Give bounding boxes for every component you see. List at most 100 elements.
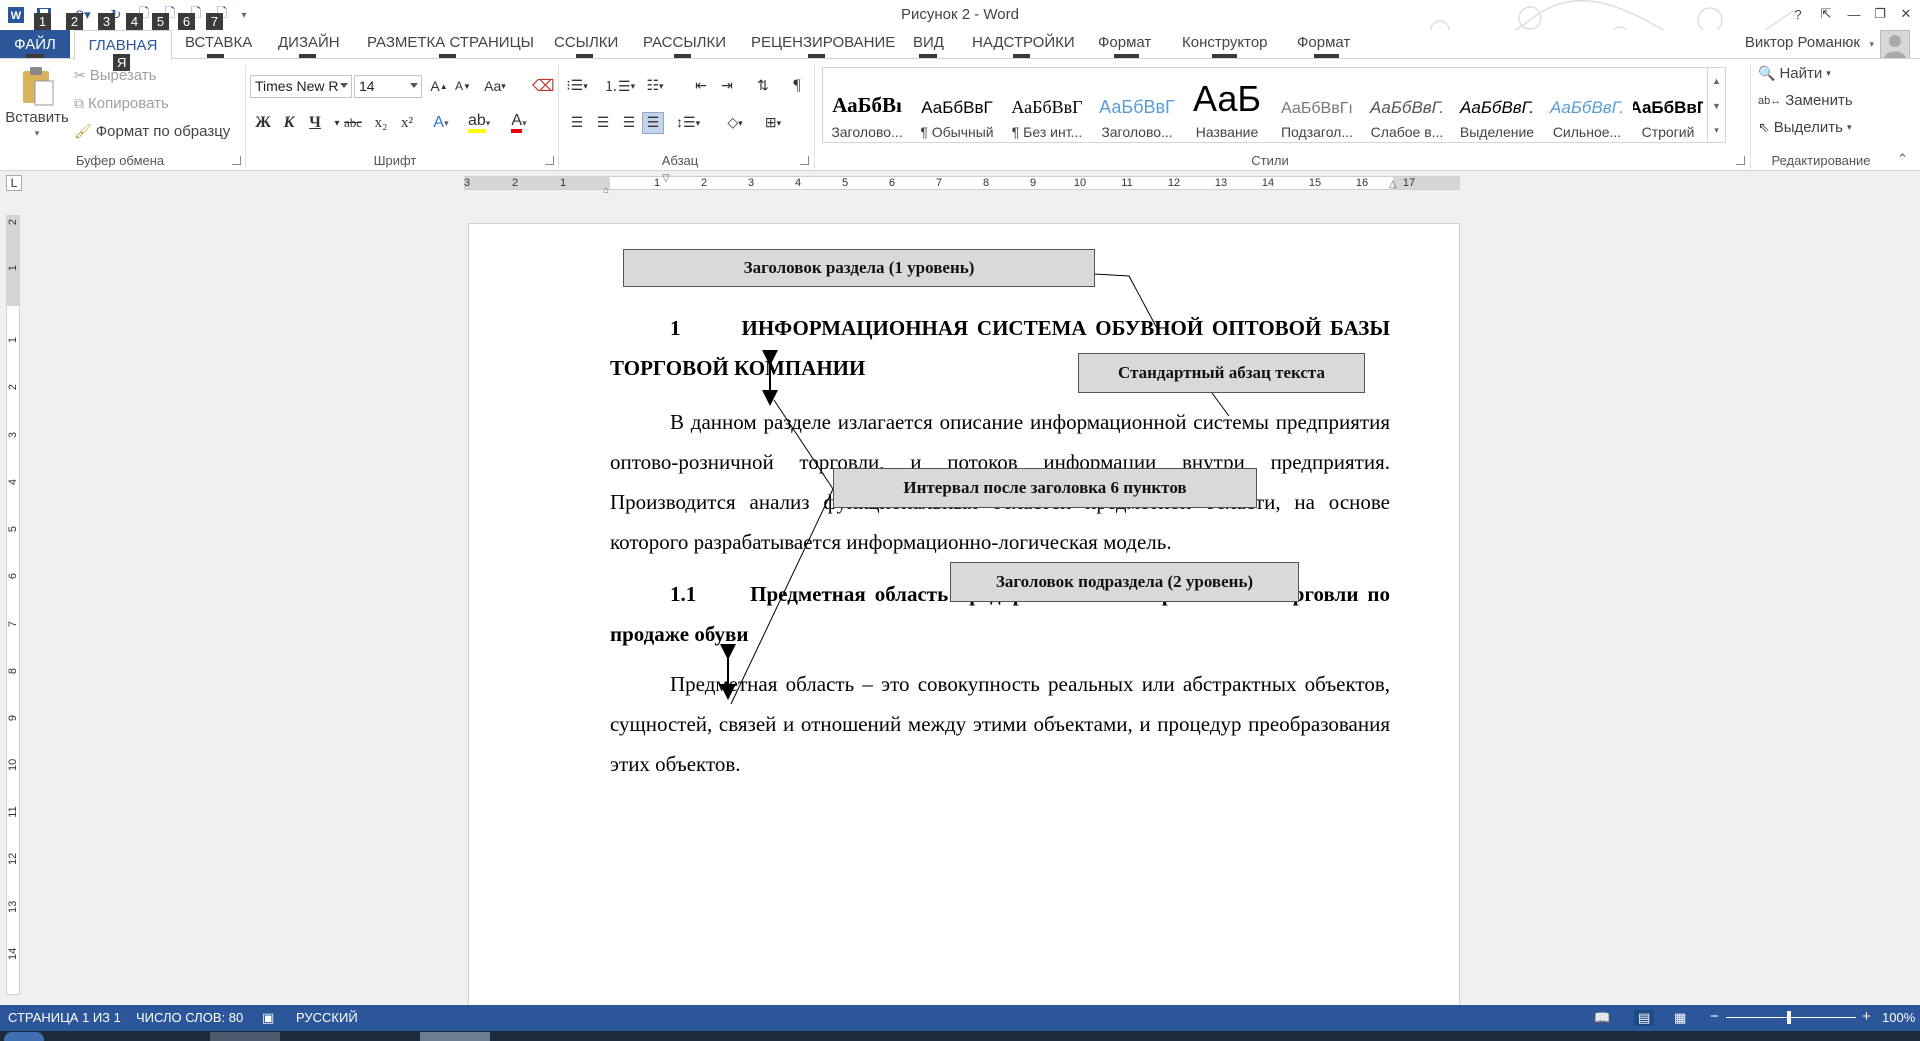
- ruler-number: 4: [794, 177, 802, 189]
- sort-icon[interactable]: ⇅: [752, 75, 774, 97]
- gallery-scroll-down-icon[interactable]: ▼: [1707, 93, 1725, 118]
- tab-view[interactable]: ВИД: [913, 34, 944, 51]
- user-name[interactable]: Виктор Романюк: [1745, 34, 1860, 51]
- styles-launcher-icon[interactable]: [1736, 156, 1745, 165]
- tab-format-2[interactable]: Формат: [1297, 34, 1350, 51]
- underline-button[interactable]: Ч: [304, 112, 326, 134]
- style-title[interactable]: АаБ Название: [1183, 80, 1271, 146]
- style-normal[interactable]: АаБбВвГ ¶ Обычный: [913, 80, 1001, 146]
- change-case-button[interactable]: Aa ▾: [484, 75, 506, 97]
- web-layout-icon[interactable]: ▦: [1674, 1010, 1686, 1026]
- find-button[interactable]: 🔍 Найти ▾: [1758, 65, 1831, 82]
- close-icon[interactable]: ✕: [1892, 2, 1920, 26]
- increase-indent-icon[interactable]: ⇥: [716, 75, 738, 97]
- proofing-icon[interactable]: ▣: [262, 1010, 274, 1026]
- subscript-button[interactable]: x₂: [370, 112, 392, 134]
- format-painter-button[interactable]: 🖌 Формат по образцу: [74, 123, 230, 140]
- minimize-icon[interactable]: —: [1840, 2, 1868, 26]
- font-color-icon[interactable]: A ▾: [508, 112, 530, 134]
- replace-button[interactable]: ab↔ Заменить: [1758, 92, 1853, 109]
- font-launcher-icon[interactable]: [545, 156, 554, 165]
- highlight-color-icon[interactable]: ab ▾: [468, 112, 490, 134]
- show-formatting-button[interactable]: ¶: [786, 75, 808, 97]
- align-center-icon[interactable]: ☰: [592, 112, 614, 134]
- gallery-scroll-up-icon[interactable]: ▲: [1707, 68, 1725, 93]
- align-right-icon[interactable]: ☰: [618, 112, 640, 134]
- style-heading1[interactable]: АаБбВı Заголово...: [823, 80, 911, 146]
- word-logo-icon[interactable]: W: [6, 6, 26, 24]
- style-strong[interactable]: АаБбВвГ Строгий: [1633, 80, 1703, 146]
- grow-font-button[interactable]: A ▲: [428, 75, 450, 97]
- paste-button[interactable]: Вставить ▾: [5, 65, 69, 139]
- tab-design[interactable]: ДИЗАЙН: [278, 34, 340, 51]
- zoom-slider-thumb[interactable]: [1787, 1011, 1791, 1024]
- body-paragraph-2[interactable]: Предметная область – это совокупность ре…: [610, 664, 1390, 784]
- clipboard-launcher-icon[interactable]: [232, 156, 241, 165]
- read-mode-icon[interactable]: 📖: [1594, 1010, 1610, 1026]
- document-page[interactable]: 1 ИНФОРМАЦИОННАЯ СИСТЕМА ОБУВНОЙ ОПТОВОЙ…: [468, 223, 1460, 1005]
- tab-format-1[interactable]: Формат: [1098, 34, 1151, 51]
- zoom-slider[interactable]: [1726, 1017, 1856, 1018]
- shading-icon[interactable]: ◇ ▾: [724, 112, 746, 134]
- tab-selector[interactable]: L: [6, 175, 22, 191]
- text-effects-icon[interactable]: A ▾: [430, 112, 452, 134]
- tab-mailings[interactable]: РАССЫЛКИ: [643, 34, 726, 51]
- select-button[interactable]: ⇖ Выделить ▾: [1758, 119, 1851, 136]
- style-emphasis[interactable]: АаБбВвГ. Выделение: [1453, 80, 1541, 146]
- word-count[interactable]: ЧИСЛО СЛОВ: 80: [136, 1010, 243, 1025]
- help-button[interactable]: ?: [1784, 2, 1812, 26]
- document-workspace[interactable]: 2 1 1 2 3 4 5 6 7 8 9 10 11 12 13 14 1 И…: [0, 195, 1920, 1005]
- find-icon: 🔍: [1758, 65, 1776, 81]
- first-line-indent-marker-icon[interactable]: ▽: [662, 173, 670, 184]
- align-left-icon[interactable]: ☰: [566, 112, 588, 134]
- avatar[interactable]: [1880, 30, 1910, 60]
- copy-button[interactable]: ⧉ Копировать: [74, 95, 169, 112]
- bullets-icon[interactable]: ⁝☰ ▾: [566, 75, 588, 97]
- multilevel-list-icon[interactable]: ☷ ▾: [644, 75, 666, 97]
- style-subtle-emphasis[interactable]: АаБбВвГ. Слабое в...: [1363, 80, 1451, 146]
- vertical-ruler[interactable]: 2 1 1 2 3 4 5 6 7 8 9 10 11 12 13 14: [6, 215, 20, 995]
- zoom-in-button[interactable]: +: [1862, 1008, 1871, 1025]
- tab-references[interactable]: ССЫЛКИ: [554, 34, 618, 51]
- gallery-more-icon[interactable]: ▾: [1707, 118, 1725, 143]
- clear-formatting-icon[interactable]: ⌫: [532, 75, 555, 97]
- decrease-indent-icon[interactable]: ⇤: [690, 75, 712, 97]
- italic-button[interactable]: К: [278, 112, 300, 134]
- tab-addins[interactable]: НАДСТРОЙКИ: [972, 34, 1075, 51]
- style-no-spacing[interactable]: АаБбВвГ ¶ Без инт...: [1003, 80, 1091, 146]
- paragraph-launcher-icon[interactable]: [800, 156, 809, 165]
- style-intense-emphasis[interactable]: АаБбВвГ. Сильное...: [1543, 80, 1631, 146]
- horizontal-ruler[interactable]: 3 2 1 1 2 3 4 5 6 7 8 9 10 11 12 13 14 1…: [464, 173, 1460, 196]
- justify-icon[interactable]: ☰: [642, 112, 664, 134]
- tab-page-layout[interactable]: РАЗМЕТКА СТРАНИЦЫ: [367, 34, 534, 51]
- tab-insert[interactable]: ВСТАВКА: [185, 34, 252, 51]
- user-menu-chevron-icon[interactable]: ▾: [1869, 39, 1874, 50]
- font-family-select[interactable]: Times New R: [250, 75, 352, 98]
- start-button[interactable]: [4, 1032, 44, 1041]
- strikethrough-button[interactable]: abc: [342, 112, 364, 134]
- borders-icon[interactable]: ⊞ ▾: [762, 112, 784, 134]
- tab-constructor[interactable]: Конструктор: [1182, 34, 1268, 51]
- tab-review[interactable]: РЕЦЕНЗИРОВАНИЕ: [751, 34, 895, 51]
- bold-button[interactable]: Ж: [252, 112, 274, 134]
- font-size-select[interactable]: 14: [354, 75, 422, 98]
- style-heading2[interactable]: АаБбВвГ Заголово...: [1093, 80, 1181, 146]
- taskbar-app-word[interactable]: [420, 1032, 490, 1041]
- page-count[interactable]: СТРАНИЦА 1 ИЗ 1: [8, 1010, 121, 1025]
- style-subtitle[interactable]: АаБбВвГı Подзагол...: [1273, 80, 1361, 146]
- zoom-out-button[interactable]: −: [1710, 1008, 1719, 1025]
- print-layout-icon[interactable]: ▤: [1634, 1010, 1655, 1026]
- restore-icon[interactable]: ❐: [1866, 2, 1894, 26]
- shrink-font-button[interactable]: A ▼: [452, 75, 474, 97]
- numbering-icon[interactable]: ⒈☰ ▾: [604, 75, 635, 97]
- taskbar-app[interactable]: [210, 1032, 280, 1041]
- zoom-level[interactable]: 100%: [1882, 1010, 1915, 1025]
- collapse-ribbon-icon[interactable]: ⌃: [1897, 151, 1908, 167]
- language[interactable]: РУССКИЙ: [296, 1010, 358, 1025]
- line-spacing-icon[interactable]: ↕☰ ▾: [676, 112, 700, 134]
- right-indent-marker-icon[interactable]: △: [1389, 179, 1397, 190]
- ribbon-display-options-icon[interactable]: ⇱: [1812, 2, 1840, 26]
- superscript-button[interactable]: x²: [396, 112, 418, 134]
- ruler-number: 7: [7, 620, 19, 628]
- customize-qat-icon[interactable]: ▾: [234, 6, 254, 24]
